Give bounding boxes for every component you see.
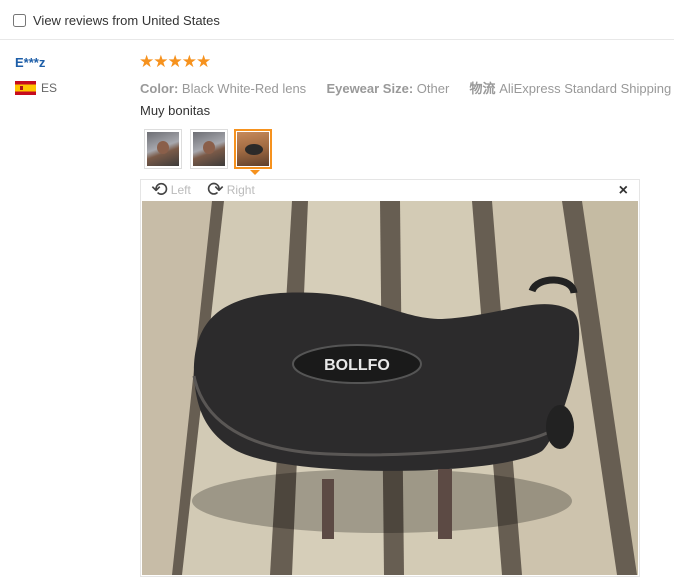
us-reviews-label[interactable]: View reviews from United States xyxy=(33,13,220,28)
rotate-left-label: Left xyxy=(170,183,191,197)
shipping-label: 物流 xyxy=(469,81,496,96)
spain-flag-icon xyxy=(15,81,36,95)
photo-viewer: ⟲ Left ⟳ Right × BOLLFO xyxy=(140,179,640,577)
review-comment: Muy bonitas xyxy=(140,103,211,118)
shipping-value: AliExpress Standard Shipping xyxy=(499,81,672,96)
color-value: Black White-Red lens xyxy=(181,81,307,96)
reviewer-name: E***z xyxy=(15,55,46,70)
filter-bar: View reviews from United States xyxy=(0,0,674,40)
color-label: Color: xyxy=(140,81,179,96)
case-logo-text: BOLLFO xyxy=(324,357,390,374)
review-photo-large: BOLLFO xyxy=(142,201,638,575)
rotate-right-button[interactable]: ⟳ Right xyxy=(207,179,255,201)
size-label: Eyewear Size: xyxy=(326,81,414,96)
rotate-left-button[interactable]: ⟲ Left xyxy=(151,179,191,201)
close-icon[interactable]: × xyxy=(619,182,628,200)
review-photo-thumbnail-selected[interactable] xyxy=(234,129,272,169)
selected-thumbnail-indicator xyxy=(250,170,260,175)
size-value: Other xyxy=(416,81,450,96)
order-info: Color: Black White-Red lens Eyewear Size… xyxy=(140,78,671,97)
rotate-left-icon: ⟲ xyxy=(151,179,168,201)
review-photo-thumbnail[interactable] xyxy=(190,129,228,169)
rotate-right-label: Right xyxy=(226,183,255,197)
review-photo-thumbnail[interactable] xyxy=(144,129,182,169)
us-reviews-checkbox[interactable] xyxy=(13,14,26,27)
reviewer-country: ES xyxy=(15,81,57,95)
country-code: ES xyxy=(41,81,58,95)
rating-stars: ★★★★★ xyxy=(139,52,211,71)
rotate-right-icon: ⟳ xyxy=(207,179,224,201)
